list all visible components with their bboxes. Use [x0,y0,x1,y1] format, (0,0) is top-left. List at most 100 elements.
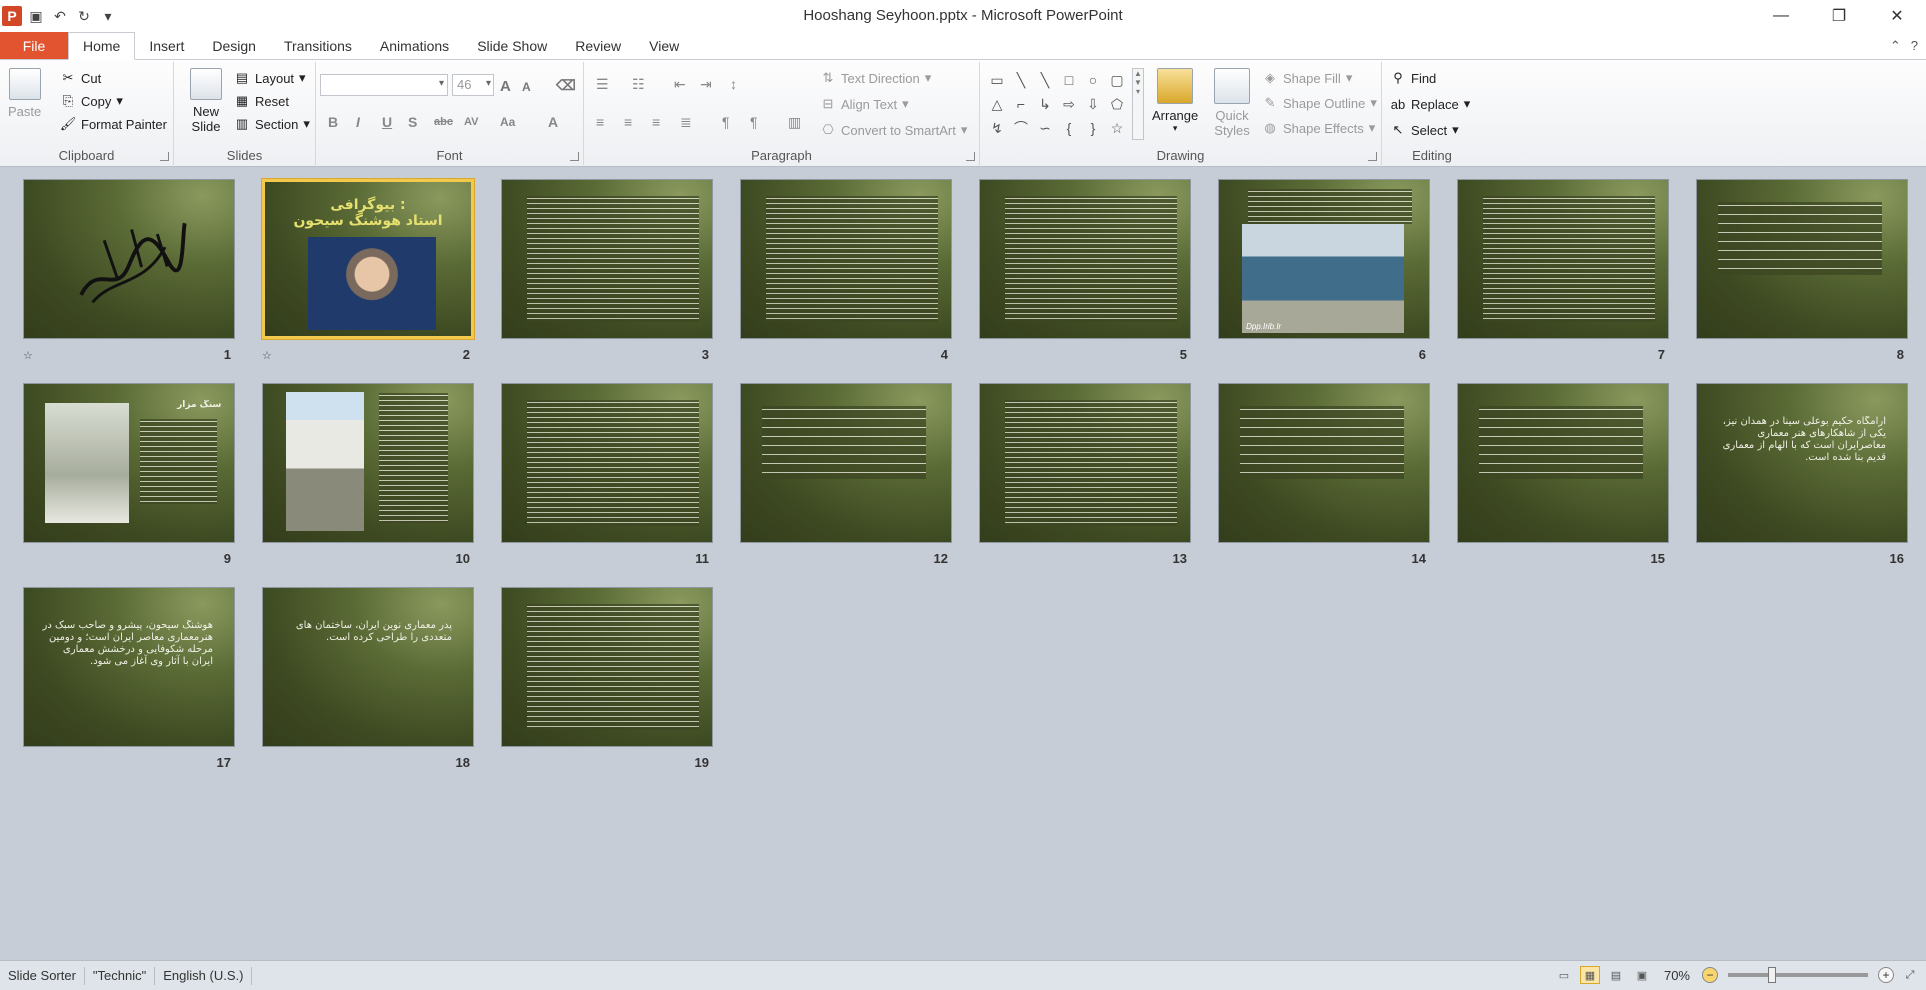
clipboard-launcher-icon[interactable] [160,152,169,161]
new-slide-button[interactable]: New Slide [184,68,228,134]
tab-home[interactable]: Home [68,32,136,60]
curve-shape-icon[interactable]: ∽ [1033,116,1057,140]
slide-thumbnail-8[interactable] [1696,179,1908,339]
columns-icon[interactable]: ▥ [788,114,801,131]
arrow-right-shape-icon[interactable]: ⇨ [1057,92,1081,116]
bold-button[interactable]: B [328,114,338,130]
zoom-level[interactable]: 70% [1664,968,1690,983]
slide-thumbnail-5[interactable] [979,179,1191,339]
shrink-font-button[interactable]: A [522,80,531,94]
line-shape-icon[interactable]: ╲ [1033,68,1057,92]
zoom-out-icon[interactable]: − [1702,967,1718,983]
save-icon[interactable]: ▣ [26,6,46,26]
textbox-shape-icon[interactable]: ▭ [985,68,1009,92]
theme-indicator[interactable]: "Technic" [85,966,156,985]
rectangle-shape-icon[interactable]: □ [1057,68,1081,92]
rtl-icon[interactable]: ¶ [750,114,758,130]
align-text-button[interactable]: ⊟ Align Text ▾ [820,96,909,112]
zoom-slider-thumb[interactable] [1768,967,1776,983]
animation-indicator-icon[interactable]: ☆ [23,349,33,362]
decrease-indent-icon[interactable]: ⇤ [674,76,686,93]
tab-slide-show[interactable]: Slide Show [463,33,561,59]
shapes-scroll[interactable]: ▲ ▼ ▾ [1132,68,1144,140]
find-button[interactable]: ⚲ Find [1390,70,1436,86]
arrow-down-shape-icon[interactable]: ⇩ [1081,92,1105,116]
select-button[interactable]: ↖ Select ▾ [1390,122,1459,138]
slide-show-view-icon[interactable]: ▣ [1632,966,1652,984]
shape-effects-button[interactable]: ◍ Shape Effects ▾ [1262,120,1375,136]
slide-thumbnail-1[interactable] [23,179,235,339]
increase-indent-icon[interactable]: ⇥ [700,76,712,93]
customize-qat-icon[interactable]: ▾ [98,6,118,26]
oval-shape-icon[interactable]: ○ [1081,68,1105,92]
brace-right-shape-icon[interactable]: } [1081,116,1105,140]
tab-file[interactable]: File [0,32,68,59]
undo-icon[interactable]: ↶ [50,6,70,26]
fit-to-window-icon[interactable]: ⤢ [1900,966,1920,984]
change-case-button[interactable]: Aa [500,115,515,129]
shape-fill-button[interactable]: ◈ Shape Fill ▾ [1262,70,1352,86]
layout-button[interactable]: ▤ Layout ▾ [234,70,306,86]
shapes-gallery[interactable]: ▭ ╲ ╲ □ ○ ▢ △ ⌐ ↳ ⇨ ⇩ ⬠ ↯ ⌒ ∽ { } ☆ [985,68,1135,140]
slide-sorter-view-icon[interactable]: ▦ [1579,966,1600,984]
ltr-icon[interactable]: ¶ [722,114,730,130]
slide-thumbnail-15[interactable] [1457,383,1669,543]
slide-thumbnail-10[interactable] [262,383,474,543]
font-launcher-icon[interactable] [570,152,579,161]
minimize-button[interactable]: — [1752,0,1810,32]
powerpoint-logo-icon[interactable]: P [2,6,22,26]
align-left-icon[interactable]: ≡ [596,114,604,130]
italic-button[interactable]: I [356,114,360,130]
convert-smartart-button[interactable]: ⎔ Convert to SmartArt ▾ [820,122,967,138]
reset-button[interactable]: ▦ Reset [234,93,289,109]
slide-thumbnail-13[interactable] [979,383,1191,543]
numbering-icon[interactable]: ☷ [632,76,645,93]
slide-thumbnail-2[interactable]: بیوگرافی : استاد هوشنگ سیحون [261,178,475,340]
font-size-combo[interactable]: 46 ▾ [452,74,494,96]
cut-button[interactable]: ✂ Cut [60,70,102,86]
slide-thumbnail-14[interactable] [1218,383,1430,543]
restore-button[interactable]: ❐ [1810,0,1868,32]
quick-styles-button[interactable]: Quick Styles [1210,68,1254,138]
copy-button[interactable]: ⎘ Copy ▾ [60,93,123,109]
paragraph-launcher-icon[interactable] [966,152,975,161]
character-spacing-button[interactable]: AV [464,116,478,128]
underline-button[interactable]: U [382,114,392,130]
tab-review[interactable]: Review [561,33,635,59]
reading-view-icon[interactable]: ▤ [1606,966,1626,984]
connector-shape-icon[interactable]: ↳ [1033,92,1057,116]
font-name-combo[interactable]: ▾ [320,74,448,96]
brace-left-shape-icon[interactable]: { [1057,116,1081,140]
paste-button[interactable]: Paste [8,68,41,119]
slide-thumbnail-18[interactable]: پدر معماری نوین ایران، ساختمان های متعدد… [262,587,474,747]
freeform-shape-icon[interactable]: ↯ [985,116,1009,140]
tab-animations[interactable]: Animations [366,33,463,59]
tab-insert[interactable]: Insert [135,33,198,59]
slide-thumbnail-12[interactable] [740,383,952,543]
justify-icon[interactable]: ≣ [680,114,692,131]
triangle-shape-icon[interactable]: △ [985,92,1009,116]
align-center-icon[interactable]: ≡ [624,114,632,130]
grow-font-button[interactable]: A [500,78,511,95]
zoom-slider[interactable] [1728,967,1868,983]
tab-design[interactable]: Design [198,33,270,59]
star-shape-icon[interactable]: ☆ [1105,116,1129,140]
align-right-icon[interactable]: ≡ [652,114,660,130]
bullets-icon[interactable]: ☰ [596,76,609,93]
minimize-ribbon-icon[interactable]: ⌃ [1890,38,1901,54]
normal-view-icon[interactable]: ▭ [1554,966,1574,984]
slide-thumbnail-7[interactable] [1457,179,1669,339]
shadow-button[interactable]: S [408,114,417,130]
format-painter-button[interactable]: 🖌 Format Painter [60,116,167,132]
pentagon-shape-icon[interactable]: ⬠ [1105,92,1129,116]
zoom-in-icon[interactable]: + [1878,967,1894,983]
tab-view[interactable]: View [635,33,693,59]
animation-indicator-icon[interactable]: ☆ [262,349,272,362]
replace-button[interactable]: ab Replace ▾ [1390,96,1470,112]
arc-shape-icon[interactable]: ⌒ [1009,116,1033,140]
slide-thumbnail-11[interactable] [501,383,713,543]
text-direction-button[interactable]: ⇅ Text Direction ▾ [820,70,932,86]
slide-thumbnail-19[interactable] [501,587,713,747]
line-shape-icon[interactable]: ╲ [1009,68,1033,92]
shape-outline-button[interactable]: ✎ Shape Outline ▾ [1262,95,1377,111]
